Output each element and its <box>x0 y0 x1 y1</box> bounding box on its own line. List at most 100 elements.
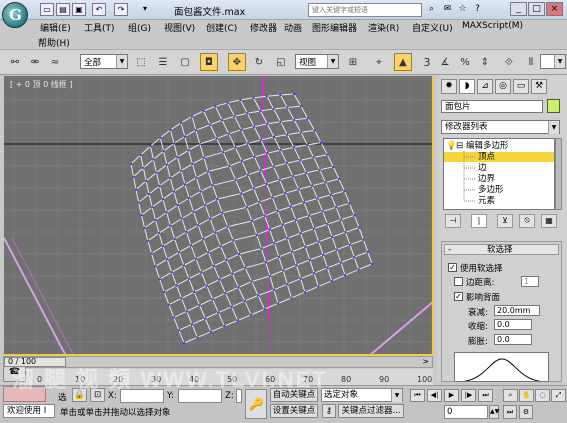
snaps-toggle-icon[interactable]: 3 <box>418 53 436 71</box>
menu-modifiers[interactable]: 修改器 <box>250 21 277 34</box>
mesh-vertex[interactable] <box>321 210 324 213</box>
mesh-vertex[interactable] <box>202 156 205 159</box>
mesh-vertex[interactable] <box>322 253 325 256</box>
mesh-vertex[interactable] <box>207 170 210 173</box>
menu-animation[interactable]: 动画 <box>284 21 302 34</box>
mesh-vertex[interactable] <box>308 258 311 261</box>
mesh-vertex[interactable] <box>344 274 347 277</box>
mesh-vertex[interactable] <box>180 121 183 124</box>
mesh-vertex[interactable] <box>366 250 369 253</box>
mesh-vertex[interactable] <box>226 101 229 104</box>
mesh-vertex[interactable] <box>317 240 320 243</box>
mesh-vertex[interactable] <box>339 261 342 264</box>
mesh-vertex[interactable] <box>195 257 197 260</box>
mesh-vertex[interactable] <box>303 201 305 204</box>
stack-item-edge[interactable]: 边 <box>444 163 554 173</box>
motion-tab-icon[interactable]: ◎ <box>495 79 511 94</box>
mesh-vertex[interactable] <box>331 235 334 238</box>
mesh-vertex[interactable] <box>231 272 234 275</box>
unlink-icon[interactable]: ⚮ <box>26 53 44 71</box>
mesh-vertex[interactable] <box>335 248 338 251</box>
mesh-vertex[interactable] <box>214 231 217 234</box>
affect-backfacing-checkbox[interactable]: ✓ <box>454 292 463 301</box>
mesh-vertex[interactable] <box>279 120 282 123</box>
mesh-vertex[interactable] <box>278 178 281 181</box>
mesh-vertex[interactable] <box>143 226 146 229</box>
mesh-vertex[interactable] <box>313 227 315 230</box>
mesh-vertex[interactable] <box>222 151 225 154</box>
mesh-vertex[interactable] <box>152 158 155 161</box>
mesh-vertex[interactable] <box>191 115 194 118</box>
object-name-field[interactable]: 面包片 <box>441 100 543 113</box>
bread-slice-mesh[interactable] <box>130 93 373 344</box>
use-soft-selection-checkbox[interactable]: ✓ <box>448 263 457 272</box>
mesh-vertex[interactable] <box>272 165 275 168</box>
mesh-vertex[interactable] <box>252 187 255 190</box>
mesh-vertex[interactable] <box>183 135 186 138</box>
keyboard-shortcut-override-icon[interactable]: ▲ <box>394 53 412 71</box>
mesh-vertex[interactable] <box>154 265 157 268</box>
mesh-vertex[interactable] <box>282 269 285 272</box>
mesh-vertex[interactable] <box>190 244 192 247</box>
create-tab-icon[interactable]: ✸ <box>441 79 457 94</box>
mesh-vertex[interactable] <box>279 149 282 152</box>
app-logo-icon[interactable]: G <box>2 2 28 28</box>
display-tab-icon[interactable]: ▭ <box>513 79 529 94</box>
mesh-vertex[interactable] <box>184 183 186 186</box>
mesh-vertex[interactable] <box>175 284 178 287</box>
close-button[interactable]: × <box>546 2 563 16</box>
mesh-vertex[interactable] <box>305 171 308 174</box>
mesh-vertex[interactable] <box>276 210 279 212</box>
mesh-vertex[interactable] <box>299 105 302 108</box>
mesh-vertex[interactable] <box>205 284 208 287</box>
menu-graph-editors[interactable]: 图形编辑器 <box>312 21 357 34</box>
bind-space-warp-icon[interactable]: ≈ <box>46 53 64 71</box>
remove-modifier-icon[interactable]: ⍉ <box>519 214 535 228</box>
mesh-vertex[interactable] <box>258 201 261 204</box>
next-frame-button-icon[interactable]: |▶ <box>461 389 476 402</box>
mesh-vertex[interactable] <box>247 142 249 145</box>
previous-frame-icon[interactable]: ◀| <box>427 389 442 402</box>
mesh-vertex[interactable] <box>191 162 194 165</box>
mesh-vertex[interactable] <box>252 96 255 99</box>
mesh-vertex[interactable] <box>176 204 179 206</box>
mesh-vertex[interactable] <box>273 136 275 138</box>
mesh-vertex[interactable] <box>187 277 190 280</box>
mesh-vertex[interactable] <box>162 198 164 201</box>
menu-maxscript[interactable]: MAXScript(M) <box>462 21 523 31</box>
mesh-vertex[interactable] <box>221 211 224 214</box>
select-and-rotate-icon[interactable]: ↻ <box>250 53 268 71</box>
select-and-scale-icon[interactable]: ◱ <box>272 53 290 71</box>
mesh-vertex[interactable] <box>162 150 165 153</box>
mesh-vertex[interactable] <box>180 217 183 220</box>
mesh-vertex[interactable] <box>177 329 180 332</box>
mesh-vertex[interactable] <box>145 180 148 182</box>
mesh-vertex[interactable] <box>227 132 230 135</box>
mesh-vertex[interactable] <box>332 165 335 168</box>
mesh-vertex[interactable] <box>329 193 332 196</box>
mesh-vertex[interactable] <box>167 303 170 306</box>
mesh-vertex[interactable] <box>154 219 157 222</box>
mesh-vertex[interactable] <box>148 193 151 196</box>
mesh-vertex[interactable] <box>339 218 342 221</box>
mesh-vertex[interactable] <box>320 141 322 144</box>
mesh-vertex[interactable] <box>187 149 190 152</box>
undo-icon[interactable]: ↶ <box>92 3 106 16</box>
mesh-vertex[interactable] <box>172 316 175 319</box>
mesh-vertex[interactable] <box>292 146 295 149</box>
menu-rendering[interactable]: 渲染(R) <box>368 21 399 34</box>
mesh-vertex[interactable] <box>279 94 282 96</box>
mesh-vertex[interactable] <box>202 110 205 112</box>
mesh-vertex[interactable] <box>299 131 302 134</box>
mesh-vertex[interactable] <box>303 291 306 294</box>
mesh-vertex[interactable] <box>357 268 360 271</box>
select-and-manipulate-icon[interactable]: ⌖ <box>370 53 388 71</box>
select-and-move-icon[interactable]: ✥ <box>228 53 246 71</box>
mesh-vertex[interactable] <box>139 154 142 156</box>
reference-coordinate-dropdown[interactable]: 视图 ▼ <box>295 54 339 69</box>
menu-customize[interactable]: 自定义(U) <box>412 21 453 34</box>
key-selection-dropdown[interactable]: 选定对象 ▼ <box>321 388 403 402</box>
mesh-vertex[interactable] <box>165 211 168 214</box>
mesh-vertex[interactable] <box>353 214 356 217</box>
mesh-vertex[interactable] <box>230 305 233 308</box>
